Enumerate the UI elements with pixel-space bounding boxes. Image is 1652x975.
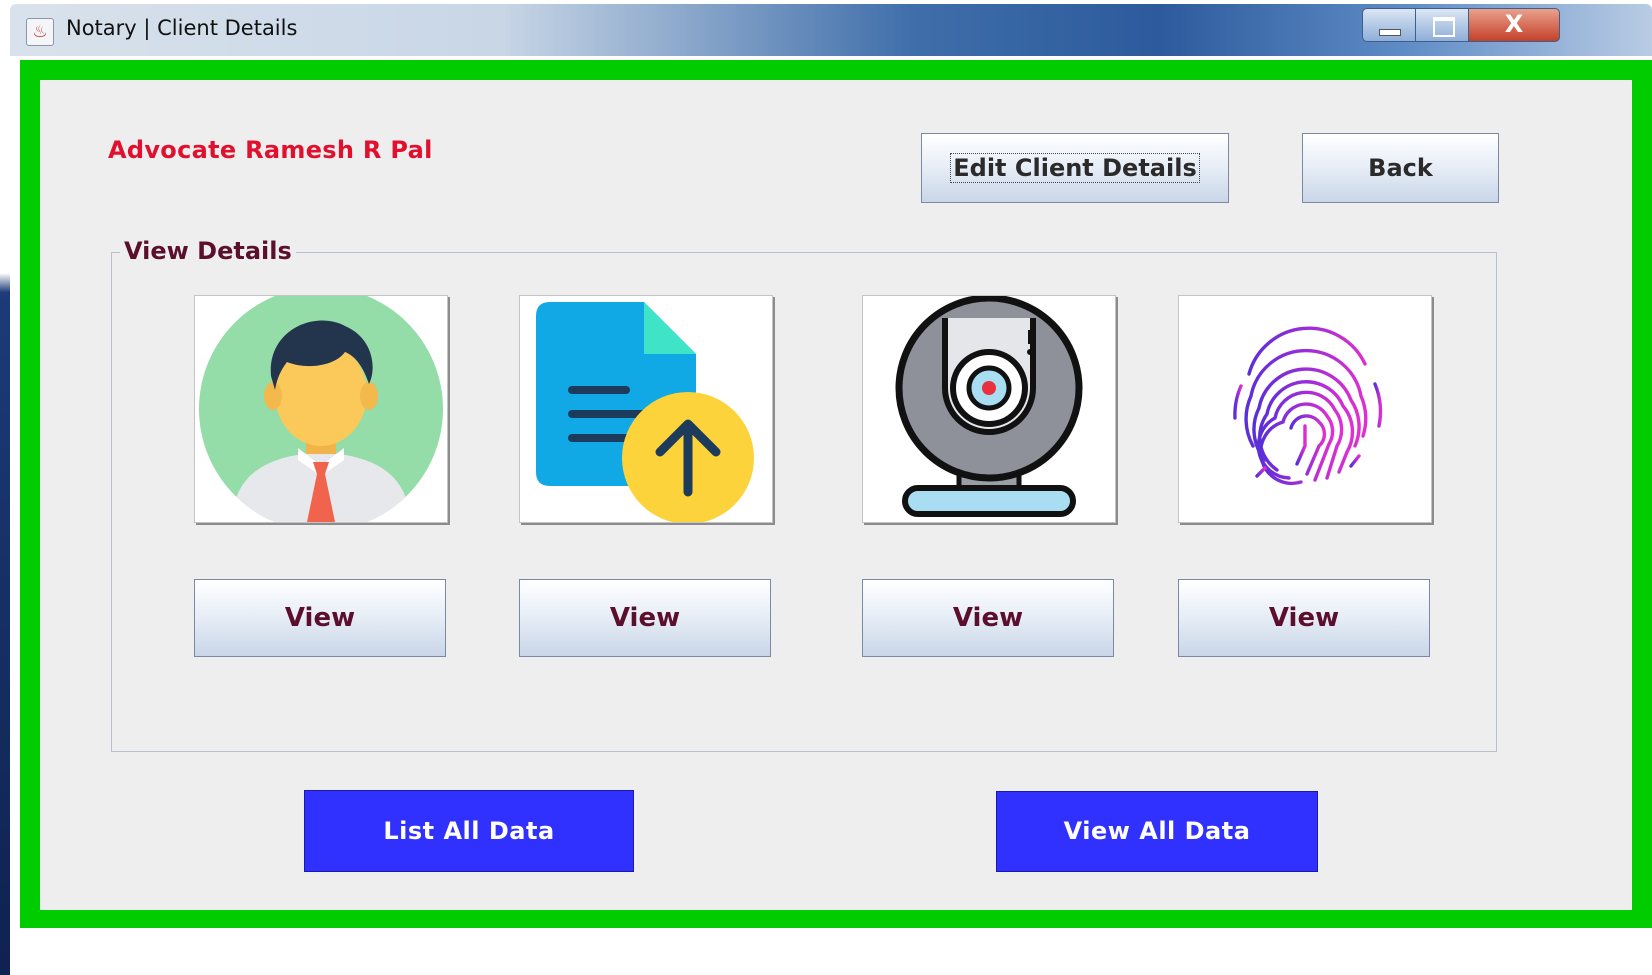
fingerprint-icon (1233, 326, 1383, 486)
photo-tile (194, 295, 448, 523)
window-title: Notary | Client Details (66, 16, 298, 40)
advocate-name: Advocate Ramesh R Pal (108, 136, 433, 164)
java-cup-icon: ♨ (26, 18, 54, 46)
main-panel: Advocate Ramesh R Pal Edit Client Detail… (40, 80, 1632, 910)
close-button[interactable]: X (1468, 8, 1560, 42)
view-document-button[interactable]: View (519, 579, 771, 657)
content-frame: Advocate Ramesh R Pal Edit Client Detail… (20, 60, 1652, 928)
webcam-tile (862, 295, 1116, 523)
view-all-data-button[interactable]: View All Data (996, 791, 1318, 872)
view-details-group: View Details View View View View (111, 237, 1497, 752)
title-bar[interactable]: ♨ Notary | Client Details X (10, 4, 1652, 56)
document-upload-icon (536, 302, 754, 522)
edit-client-details-label: Edit Client Details (950, 153, 1200, 183)
user-avatar-icon (199, 296, 443, 522)
edit-client-details-button[interactable]: Edit Client Details (921, 133, 1229, 203)
fingerprint-tile (1178, 295, 1432, 523)
view-photo-button[interactable]: View (194, 579, 446, 657)
minimize-button[interactable] (1362, 8, 1416, 42)
group-title: View Details (120, 237, 296, 265)
webcam-icon (895, 296, 1083, 517)
back-button[interactable]: Back (1302, 133, 1499, 203)
document-tile (519, 295, 773, 523)
view-fingerprint-button[interactable]: View (1178, 579, 1430, 657)
maximize-button[interactable] (1415, 8, 1469, 42)
desktop-background (0, 0, 10, 975)
view-webcam-button[interactable]: View (862, 579, 1114, 657)
list-all-data-button[interactable]: List All Data (304, 790, 634, 872)
client-details-window: ♨ Notary | Client Details X Advocate Ram… (10, 4, 1652, 972)
